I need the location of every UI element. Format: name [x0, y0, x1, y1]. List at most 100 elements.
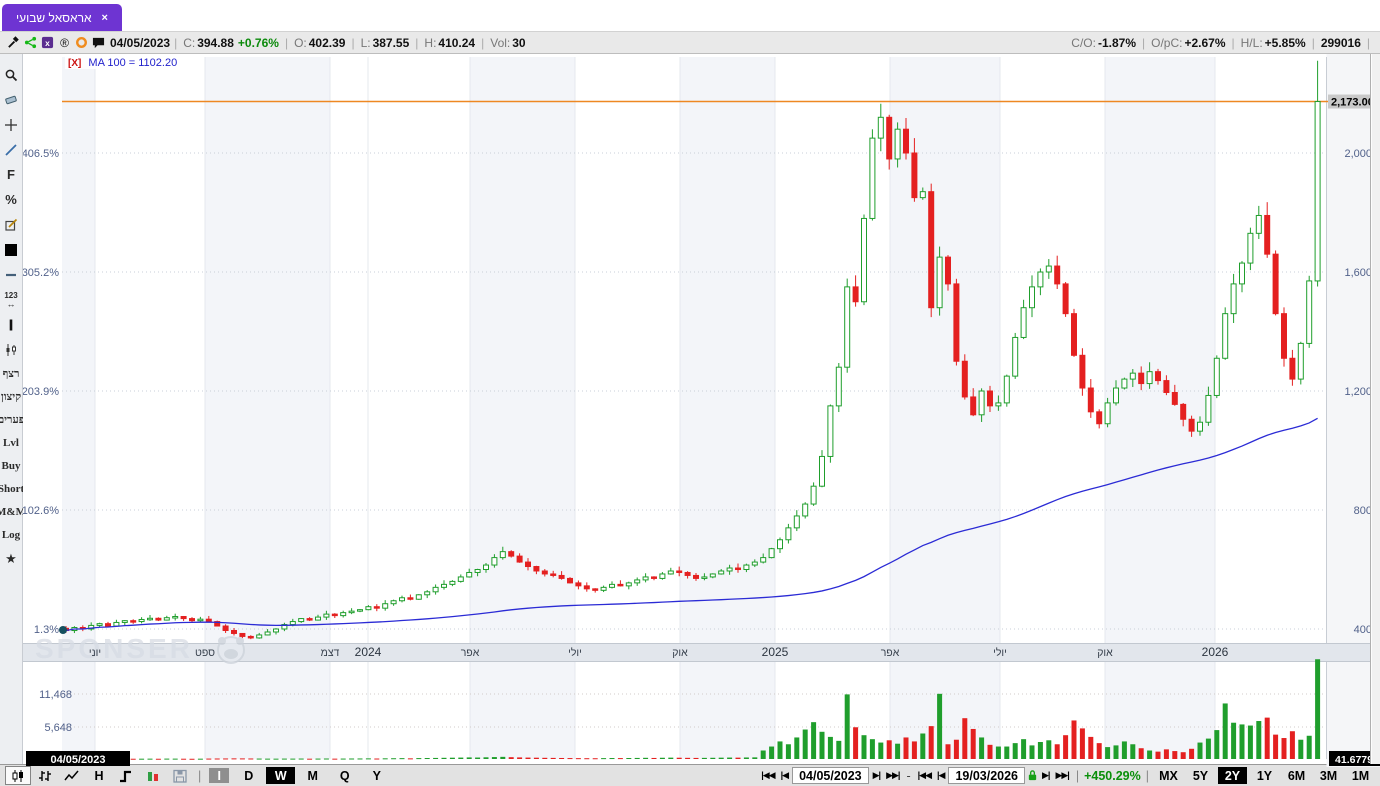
range-button-1m[interactable]: 1M [1346, 767, 1375, 784]
symbol-tab[interactable]: אראסאל שבועי × [2, 4, 122, 31]
end-step-forward-button[interactable]: ▶| [1040, 770, 1051, 781]
step-back-button[interactable]: |◀ [779, 770, 790, 781]
percent-axis-label: 305.2% [23, 267, 59, 279]
end-step-back-button[interactable]: |◀ [935, 770, 946, 781]
step-forward-button[interactable]: ▶| [871, 770, 882, 781]
tool-short[interactable]: Short [0, 477, 24, 500]
heikin-ashi-button[interactable]: H [86, 766, 112, 785]
range-button-mx[interactable]: MX [1154, 767, 1183, 784]
lock-icon[interactable] [1027, 769, 1038, 782]
range-button-3m[interactable]: 3M [1314, 767, 1343, 784]
tab-title: אראסאל שבועי [16, 10, 92, 25]
quote-field: L: 387.55 [360, 35, 410, 50]
ma-remove-icon[interactable]: [X] [68, 58, 81, 69]
period-button-d[interactable]: D [234, 767, 263, 784]
tool-buy[interactable]: Buy [0, 454, 22, 477]
price-volume-chart[interactable]: SPONSERיוני ספט דצמ 2024 אפר יולי אוק 2025 אפר יו… [23, 54, 1380, 767]
percent-axis-label: 203.9% [23, 386, 59, 398]
candle-pattern-tool[interactable] [0, 337, 22, 362]
end-goto-last-button[interactable]: ▶▶| [1053, 770, 1070, 781]
quote-stats: C/O: -1.87% | O/pC: +2.67% | H/L: +5.85% | 299016… [1069, 36, 1374, 50]
crosshair-tool[interactable] [0, 112, 22, 137]
range-button-2y[interactable]: 2Y [1218, 767, 1247, 784]
quote-date: 04/05/2023 [110, 35, 171, 50]
excel-export-icon[interactable]: x [40, 35, 55, 50]
tool-lvl[interactable]: Lvl [0, 431, 22, 454]
share-icon[interactable] [23, 35, 38, 50]
goto-last-button[interactable]: ▶▶| [884, 770, 901, 781]
right-scroll-strip[interactable] [1370, 54, 1380, 764]
vertical-line-tool[interactable] [0, 312, 22, 337]
save-chart-button[interactable] [167, 766, 193, 785]
field-separator: | [415, 35, 419, 50]
note-tool[interactable] [0, 212, 22, 237]
monkey-ear [218, 637, 226, 645]
registered-icon[interactable]: ® [57, 35, 72, 50]
goto-first-button[interactable]: |◀◀ [759, 770, 776, 781]
tool-mm[interactable]: M&M [0, 500, 26, 523]
ma-indicator-label[interactable]: [X] MA 100 = 1102.20 [65, 57, 181, 69]
step-style-button[interactable] [113, 766, 139, 785]
monkey-ear [236, 637, 244, 645]
x-axis-label: אוק [672, 647, 688, 659]
toolbar-separator: | [1145, 768, 1149, 783]
range-button-1y[interactable]: 1Y [1250, 767, 1279, 784]
percent-axis-label: 1.3% [34, 624, 59, 636]
start-date-field[interactable]: 04/05/2023 [792, 767, 869, 784]
comments-icon[interactable] [91, 35, 106, 50]
tab-close-icon[interactable]: × [102, 12, 108, 24]
period-button-m[interactable]: M [298, 767, 327, 784]
svg-text:x: x [45, 38, 50, 48]
monkey-muzzle [224, 649, 238, 659]
period-button-y[interactable]: Y [362, 767, 391, 784]
tool-log[interactable]: Log [0, 523, 22, 546]
selected-date-label: 04/05/2023 [50, 754, 105, 766]
color-swatch-tool[interactable] [0, 237, 22, 262]
x-axis-label: ספט [195, 647, 215, 659]
range-button-5y[interactable]: 5Y [1186, 767, 1215, 784]
field-separator: | [1231, 35, 1235, 50]
alerts-icon[interactable] [74, 35, 89, 50]
percent-tool[interactable]: % [0, 187, 22, 212]
series-start-marker [59, 626, 67, 634]
eraser-tool[interactable] [0, 87, 22, 112]
trendline-tool[interactable] [0, 137, 22, 162]
trading-chart-app: אראסאל שבועי × x ® 04/05/2023 | C: 394.88 +0… [0, 0, 1380, 786]
draw-tools-icon[interactable] [6, 35, 21, 50]
field-separator: | [351, 35, 355, 50]
watermark-text: SPONSER [35, 633, 193, 664]
range-buttons: MX 5Y 2Y 1Y 6M 3M 1M [1154, 767, 1375, 784]
period-buttons: DWMQY [234, 767, 391, 784]
period-button-q[interactable]: Q [330, 767, 359, 784]
quote-fields: | C: 394.88 +0.76% | O: 402.39 | L: 387.55 | H: 410.… [170, 36, 528, 50]
x-axis-label: אפר [881, 647, 900, 659]
measure-tool[interactable]: 123 ↔ [0, 287, 22, 312]
range-button-6m[interactable]: 6M [1282, 767, 1311, 784]
header-icons: x ® [6, 35, 106, 50]
volume-colors-button[interactable] [140, 766, 166, 785]
end-goto-first-button[interactable]: |◀◀ [916, 770, 933, 781]
x-axis-label: דצמ [321, 647, 340, 659]
volume-axis-label: 5,648 [44, 722, 72, 734]
search-tool[interactable] [0, 62, 22, 87]
horizontal-line-tool[interactable] [0, 262, 22, 287]
tool-retsef[interactable]: רצף [0, 362, 22, 385]
tool-pearim[interactable]: פערים [0, 408, 25, 431]
period-button-w[interactable]: W [266, 767, 296, 784]
x-axis-label: 2026 [1202, 645, 1229, 659]
favorites-star[interactable]: ★ [0, 546, 22, 571]
tool-kitzon[interactable]: קיצון [0, 385, 22, 408]
range-change-percent: +450.29% [1084, 768, 1141, 783]
x-axis-label: 2025 [762, 645, 789, 659]
fibonacci-tool[interactable]: F [0, 162, 22, 187]
percent-axis-label: 406.5% [23, 148, 59, 160]
tab-bar: אראסאל שבועי × [0, 0, 1380, 31]
line-style-button[interactable] [59, 766, 85, 785]
candlestick-style-button[interactable] [5, 766, 31, 785]
bars-style-button[interactable] [32, 766, 58, 785]
end-date-field[interactable]: 19/03/2026 [948, 767, 1026, 784]
quote-stat: O/pC: +2.67% [1151, 35, 1226, 50]
ma-value-text: MA 100 = 1102.20 [88, 57, 178, 69]
indicator-button[interactable]: I [209, 768, 230, 783]
chart-area[interactable]: SPONSER יוני ספט דצמ 2024 אפר יולי אוק 2025 אפר יו… [23, 54, 1380, 767]
